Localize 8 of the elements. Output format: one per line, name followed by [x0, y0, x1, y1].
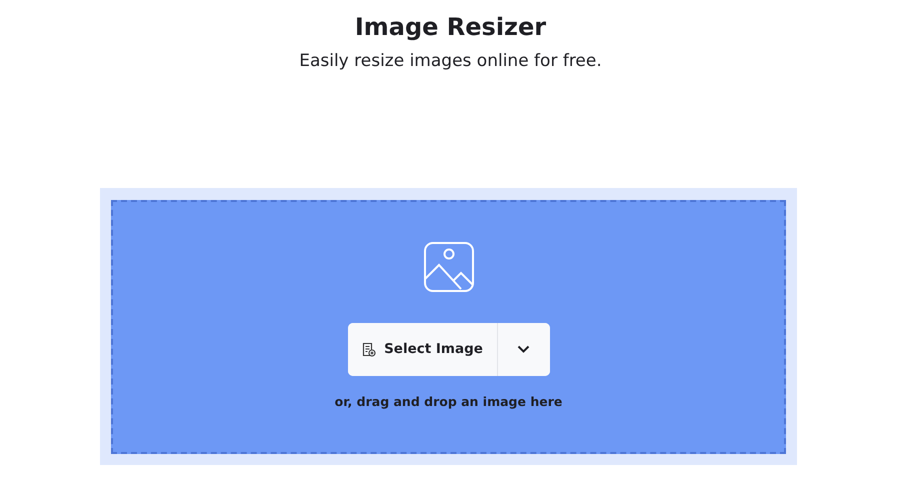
chevron-down-icon [517, 345, 530, 354]
file-add-icon [361, 342, 376, 357]
drop-zone[interactable]: Select Image or, drag and drop an image here [111, 200, 786, 454]
page-subtitle: Easily resize images online for free. [298, 50, 603, 73]
drag-drop-hint: or, drag and drop an image here [334, 393, 562, 411]
page-title: Image Resizer [354, 12, 548, 43]
image-icon [422, 241, 474, 293]
select-image-button[interactable]: Select Image [348, 323, 498, 376]
